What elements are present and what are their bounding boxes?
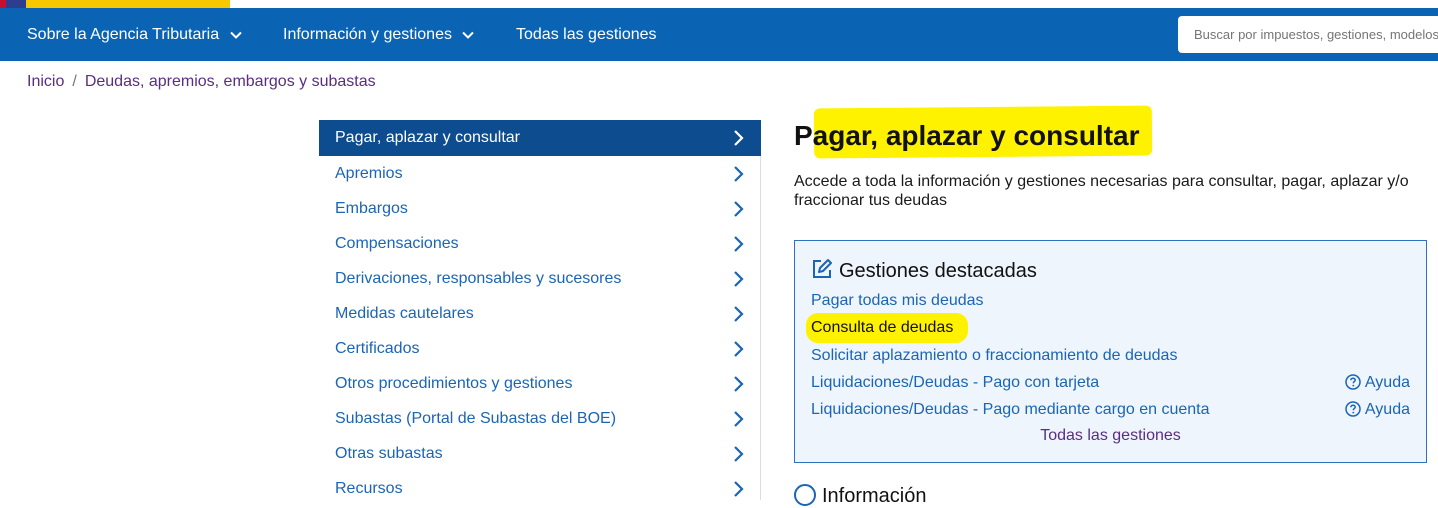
breadcrumb: Inicio / Deudas, apremios, embargos y suba…: [27, 73, 376, 91]
edit-icon: [813, 259, 832, 278]
info-section-label: Información: [822, 485, 927, 507]
chevron-right-icon: [734, 480, 744, 497]
sidebar-item-label: Otras subastas: [335, 445, 443, 462]
link-pago-tarjeta[interactable]: Liquidaciones/Deudas - Pago con tarjeta: [811, 374, 1099, 392]
nav-item-todas-gestiones[interactable]: Todas las gestiones: [516, 8, 657, 61]
chevron-down-icon: [229, 31, 242, 39]
sidebar-item-pagar-aplazar[interactable]: Pagar, aplazar y consultar: [319, 120, 761, 156]
chevron-right-icon: [734, 200, 744, 217]
sidebar-item-embargos[interactable]: Embargos: [319, 191, 761, 226]
question-circle-icon: [1345, 401, 1361, 417]
help-link-pago-cargo-cuenta[interactable]: Ayuda: [1345, 401, 1410, 419]
sidebar-item-compensaciones[interactable]: Compensaciones: [319, 226, 761, 261]
nav-item-informacion-gestiones[interactable]: Información y gestiones: [283, 8, 475, 61]
sidebar-item-derivaciones[interactable]: Derivaciones, responsables y sucesores: [319, 261, 761, 296]
link-solicitar-aplazamiento[interactable]: Solicitar aplazamiento o fraccionamiento…: [811, 347, 1177, 365]
sidebar-item-label: Medidas cautelares: [335, 305, 474, 322]
featured-procedures-box: Gestiones destacadas Pagar todas mis deu…: [794, 240, 1427, 463]
top-strip: [0, 0, 1438, 8]
help-link-pago-tarjeta[interactable]: Ayuda: [1345, 374, 1410, 392]
sidebar-item-label: Compensaciones: [335, 235, 459, 252]
info-section-heading-partial: Información: [794, 484, 927, 508]
chevron-right-icon: [734, 130, 744, 146]
search-input[interactable]: [1178, 16, 1438, 53]
sidebar-item-label: Pagar, aplazar y consultar: [335, 129, 520, 146]
flag-stripe-blue: [6, 0, 26, 8]
page-title: Pagar, aplazar y consultar: [794, 120, 1140, 151]
link-pagar-todas-deudas[interactable]: Pagar todas mis deudas: [811, 292, 984, 310]
sidebar-item-label: Embargos: [335, 200, 408, 217]
breadcrumb-current-link[interactable]: Deudas, apremios, embargos y subastas: [85, 73, 376, 90]
chevron-right-icon: [734, 165, 744, 182]
help-label: Ayuda: [1364, 374, 1410, 391]
chevron-down-icon: [462, 31, 475, 39]
sidebar-item-label: Derivaciones, responsables y sucesores: [335, 270, 622, 287]
sidebar-item-subastas-boe[interactable]: Subastas (Portal de Subastas del BOE): [319, 401, 761, 436]
nav-item-label: Todas las gestiones: [516, 26, 657, 43]
sidebar-item-otras-subastas[interactable]: Otras subastas: [319, 436, 761, 471]
featured-heading: Gestiones destacadas: [811, 258, 1037, 283]
help-label: Ayuda: [1364, 401, 1410, 418]
sidebar-item-medidas-cautelares[interactable]: Medidas cautelares: [319, 296, 761, 331]
chevron-right-icon: [734, 375, 744, 392]
chevron-right-icon: [734, 305, 744, 322]
sidebar-item-apremios[interactable]: Apremios: [319, 156, 761, 191]
flag-stripe-yellow: [26, 0, 230, 8]
info-circle-icon: [794, 484, 816, 506]
sidebar-item-label: Otros procedimientos y gestiones: [335, 375, 573, 392]
sidebar-item-label: Recursos: [335, 480, 403, 497]
sidebar-item-recursos[interactable]: Recursos: [319, 471, 761, 506]
all-procedures-link[interactable]: Todas las gestiones: [795, 427, 1426, 445]
sidebar-item-label: Certificados: [335, 340, 420, 357]
sidebar-item-otros-procedimientos[interactable]: Otros procedimientos y gestiones: [319, 366, 761, 401]
chevron-right-icon: [734, 410, 744, 427]
sidebar-menu: Pagar, aplazar y consultar Apremios Emba…: [319, 120, 761, 500]
breadcrumb-home-link[interactable]: Inicio: [27, 73, 64, 90]
main-navbar: Sobre la Agencia Tributaria Información …: [0, 8, 1438, 61]
sidebar-item-label: Subastas (Portal de Subastas del BOE): [335, 410, 617, 427]
nav-item-sobre-agencia[interactable]: Sobre la Agencia Tributaria: [27, 8, 242, 61]
chevron-right-icon: [734, 340, 744, 357]
chevron-right-icon: [734, 235, 744, 252]
link-pago-cargo-cuenta[interactable]: Liquidaciones/Deudas - Pago mediante car…: [811, 401, 1210, 419]
breadcrumb-separator: /: [72, 73, 77, 90]
sidebar-item-certificados[interactable]: Certificados: [319, 331, 761, 366]
nav-item-label: Sobre la Agencia Tributaria: [27, 26, 220, 43]
question-circle-icon: [1345, 374, 1361, 390]
sidebar-item-label: Apremios: [335, 165, 403, 182]
link-consulta-deudas[interactable]: Consulta de deudas: [811, 319, 953, 337]
featured-heading-label: Gestiones destacadas: [839, 260, 1037, 282]
chevron-right-icon: [734, 270, 744, 287]
chevron-right-icon: [734, 445, 744, 462]
nav-item-label: Información y gestiones: [283, 26, 452, 43]
page-intro: Accede a toda la información y gestiones…: [794, 173, 1409, 209]
